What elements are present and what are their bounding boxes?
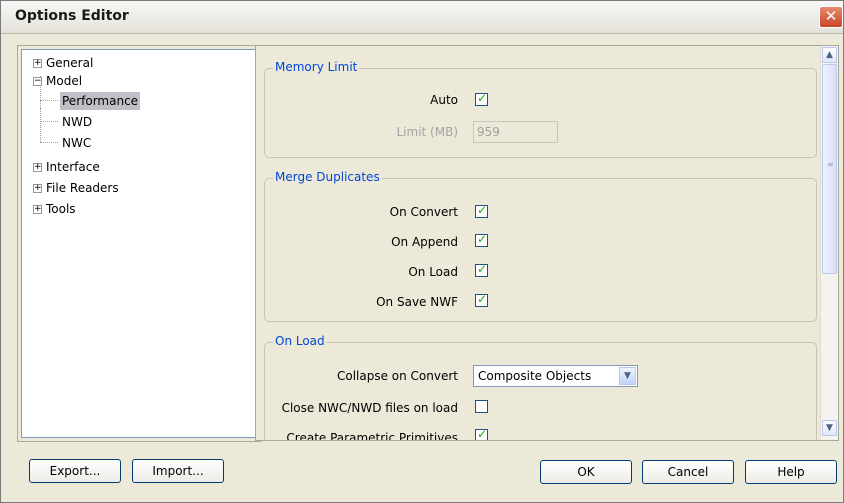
on-load-group: On Load Collapse on Convert Composite Ob… (264, 334, 817, 441)
combo-value: Composite Objects (478, 369, 592, 383)
ok-button[interactable]: OK (540, 460, 632, 484)
limit-label: Limit (MB) (396, 125, 458, 139)
check-icon: ✓ (477, 203, 488, 217)
on-save-nwf-label: On Save NWF (376, 295, 458, 309)
check-icon: ✓ (477, 232, 488, 246)
collapse-icon[interactable]: − (33, 77, 42, 86)
title-bar[interactable]: Options Editor ✕ (1, 1, 843, 34)
tree-item-label: Performance (60, 92, 141, 110)
on-append-checkbox[interactable]: ✓ (475, 232, 488, 247)
check-icon: ✓ (477, 262, 488, 276)
expand-icon[interactable]: + (33, 184, 42, 193)
check-icon: ✓ (477, 427, 488, 441)
group-title: Memory Limit (273, 60, 360, 74)
collapse-on-convert-select[interactable]: Composite Objects ▼ (473, 365, 638, 387)
check-icon: ✓ (477, 292, 488, 306)
tree-item-label: Model (46, 74, 83, 88)
options-editor-window: Options Editor ✕ + General − Model Perfo… (0, 0, 844, 503)
on-load-checkbox[interactable]: ✓ (475, 262, 488, 277)
memory-limit-group: Memory Limit Auto ✓ Limit (MB) 959 (264, 60, 817, 158)
collapse-on-convert-label: Collapse on Convert (336, 369, 458, 383)
expand-icon[interactable]: + (33, 59, 42, 68)
tree-item-label: Tools (46, 202, 76, 216)
tree-item-label: File Readers (46, 181, 119, 195)
auto-checkbox[interactable]: ✓ (475, 91, 488, 106)
on-append-label: On Append (391, 235, 458, 249)
close-files-checkbox[interactable] (475, 400, 488, 413)
chevron-down-icon[interactable]: ▼ (619, 367, 636, 385)
expand-icon[interactable]: + (33, 205, 42, 214)
options-tree[interactable]: + General − Model Performance NWD NWC + … (21, 49, 257, 438)
on-load-label: On Load (408, 265, 458, 279)
tree-item-label: NWD (62, 115, 93, 129)
close-icon[interactable]: ✕ (819, 6, 843, 28)
grip-icon: ≡ (827, 160, 834, 169)
parametric-primitives-checkbox[interactable]: ✓ (475, 427, 488, 441)
scroll-up-icon[interactable]: ▲ (822, 47, 837, 63)
parametric-primitives-label: Create Parametric Primitives (286, 431, 458, 441)
tree-item-label: NWC (62, 136, 92, 150)
tree-item-label: Interface (46, 160, 100, 174)
group-title: Merge Duplicates (273, 170, 382, 184)
tree-connector (40, 108, 41, 142)
cancel-button[interactable]: Cancel (642, 460, 734, 484)
help-button[interactable]: Help (745, 460, 837, 484)
window-title: Options Editor (15, 8, 129, 24)
vertical-scrollbar[interactable]: ▲ ≡ ▼ (820, 46, 838, 440)
check-icon: ✓ (477, 91, 488, 105)
scroll-down-icon[interactable]: ▼ (822, 420, 837, 436)
on-save-nwf-checkbox[interactable]: ✓ (475, 292, 488, 307)
tree-item-label: General (46, 56, 94, 70)
on-convert-label: On Convert (389, 205, 458, 219)
scroll-thumb[interactable]: ≡ (822, 64, 837, 274)
export-button[interactable]: Export... (29, 459, 121, 483)
tree-connector (40, 142, 58, 143)
tree-connector (40, 121, 58, 122)
group-title: On Load (273, 334, 327, 348)
expand-icon[interactable]: + (33, 163, 42, 172)
settings-panel: Memory Limit Auto ✓ Limit (MB) 959 Merge… (255, 45, 839, 441)
auto-label: Auto (430, 93, 458, 107)
tree-connector (40, 100, 58, 101)
limit-mb-field[interactable]: 959 (473, 121, 558, 143)
merge-duplicates-group: Merge Duplicates On Convert ✓ On Append … (264, 170, 817, 322)
on-convert-checkbox[interactable]: ✓ (475, 203, 488, 218)
close-files-label: Close NWC/NWD files on load (281, 401, 458, 415)
import-button[interactable]: Import... (132, 459, 224, 483)
